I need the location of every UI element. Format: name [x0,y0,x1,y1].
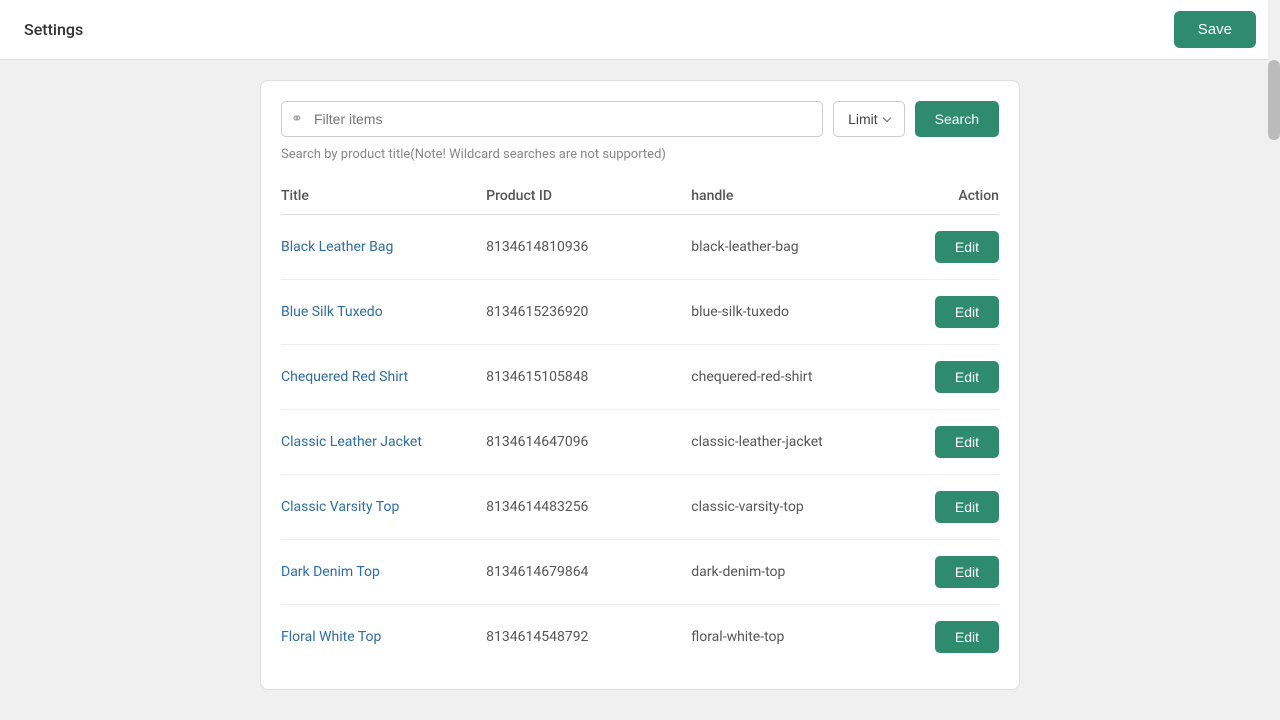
cell-title: Chequered Red Shirt [281,369,486,385]
search-button[interactable]: Search [915,101,999,137]
cell-action: Edit [896,231,999,263]
col-title: Title [281,188,486,204]
cell-product-id: 8134614548792 [486,629,691,645]
cell-handle: classic-leather-jacket [691,434,896,450]
cell-handle: blue-silk-tuxedo [691,304,896,320]
scrollbar-track [1268,0,1280,720]
cell-action: Edit [896,621,999,653]
filter-input[interactable] [281,101,823,137]
edit-button[interactable]: Edit [935,231,999,263]
cell-handle: dark-denim-top [691,564,896,580]
cell-product-id: 8134615236920 [486,304,691,320]
cell-product-id: 8134614679864 [486,564,691,580]
table-header: Title Product ID handle Action [281,178,999,215]
cell-action: Edit [896,426,999,458]
table-body: Black Leather Bag 8134614810936 black-le… [281,215,999,669]
cell-handle: black-leather-bag [691,239,896,255]
cell-product-id: 8134614647096 [486,434,691,450]
col-product-id: Product ID [486,188,691,204]
chevron-down-icon [882,114,890,122]
cell-title: Floral White Top [281,629,486,645]
cell-title: Classic Leather Jacket [281,434,486,450]
cell-title: Classic Varsity Top [281,499,486,515]
cell-action: Edit [896,296,999,328]
edit-button[interactable]: Edit [935,426,999,458]
cell-handle: chequered-red-shirt [691,369,896,385]
search-hint: Search by product title(Note! Wildcard s… [281,147,999,162]
cell-action: Edit [896,491,999,523]
top-bar: Settings Save [0,0,1280,60]
table-row: Chequered Red Shirt 8134615105848 cheque… [281,345,999,410]
cell-title: Blue Silk Tuxedo [281,304,486,320]
edit-button[interactable]: Edit [935,361,999,393]
table-row: Black Leather Bag 8134614810936 black-le… [281,215,999,280]
search-icon: ⚭ [291,111,303,127]
cell-title: Dark Denim Top [281,564,486,580]
cell-product-id: 8134614483256 [486,499,691,515]
search-input-wrapper: ⚭ [281,101,823,137]
cell-product-id: 8134615105848 [486,369,691,385]
edit-button[interactable]: Edit [935,621,999,653]
content-area: ⚭ Limit Search Search by product title(N… [0,60,1280,710]
card: ⚭ Limit Search Search by product title(N… [260,80,1020,690]
cell-action: Edit [896,361,999,393]
scrollbar-thumb[interactable] [1268,60,1280,140]
edit-button[interactable]: Edit [935,556,999,588]
table-row: Dark Denim Top 8134614679864 dark-denim-… [281,540,999,605]
save-button[interactable]: Save [1174,11,1256,48]
cell-action: Edit [896,556,999,588]
limit-dropdown-button[interactable]: Limit [833,101,905,137]
limit-label: Limit [848,111,878,127]
table-container: Title Product ID handle Action Black Lea… [281,178,999,669]
search-row: ⚭ Limit Search [281,101,999,137]
edit-button[interactable]: Edit [935,491,999,523]
cell-handle: floral-white-top [691,629,896,645]
table-row: Classic Varsity Top 8134614483256 classi… [281,475,999,540]
page-title: Settings [24,20,83,39]
table-row: Classic Leather Jacket 8134614647096 cla… [281,410,999,475]
cell-handle: classic-varsity-top [691,499,896,515]
col-action: Action [896,188,999,204]
table-row: Blue Silk Tuxedo 8134615236920 blue-silk… [281,280,999,345]
col-handle: handle [691,188,896,204]
table-row: Floral White Top 8134614548792 floral-wh… [281,605,999,669]
cell-title: Black Leather Bag [281,239,486,255]
cell-product-id: 8134614810936 [486,239,691,255]
edit-button[interactable]: Edit [935,296,999,328]
